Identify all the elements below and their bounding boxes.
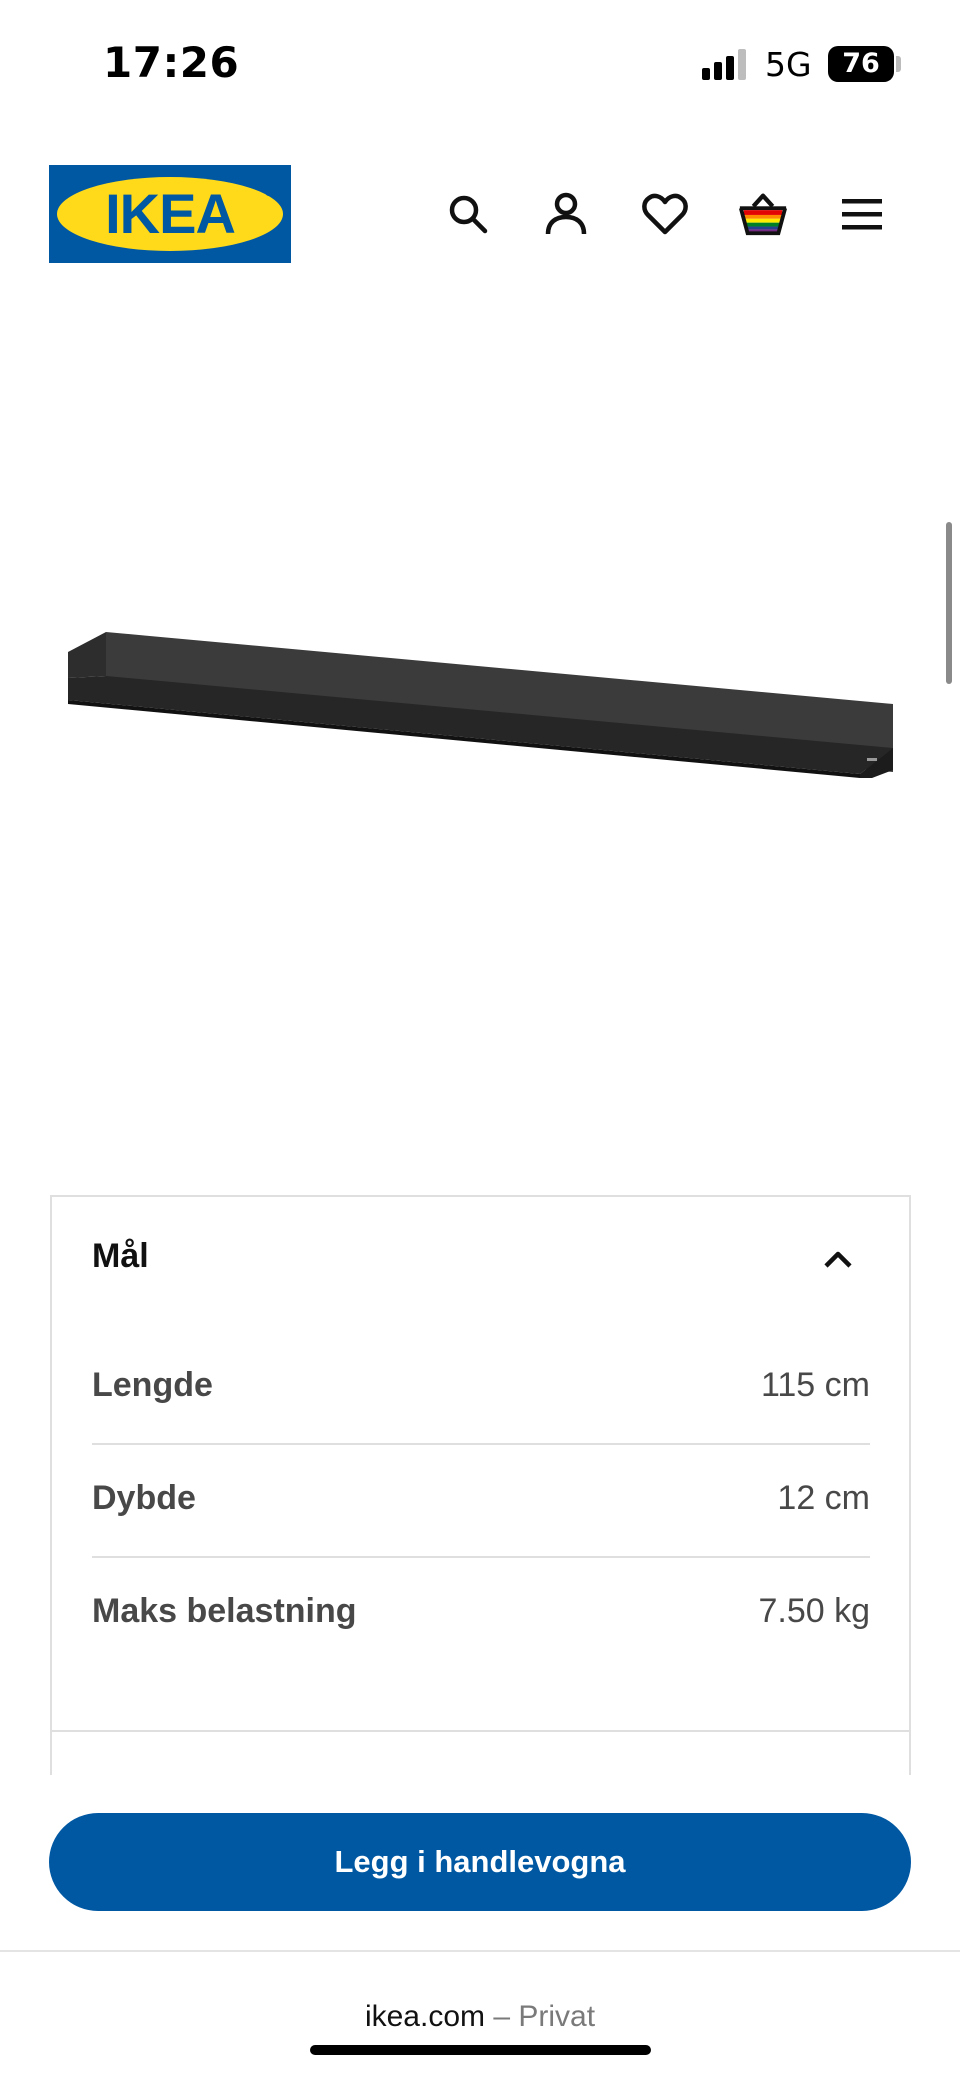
dimension-label: Lengde (92, 1366, 213, 1404)
collapse-toggle[interactable] (814, 1235, 862, 1283)
address-domain: ikea.com (364, 2000, 485, 2033)
dimension-value: 7.50 kg (758, 1592, 870, 1630)
browser-bottom-bar[interactable]: ikea.com – Privat (0, 1950, 960, 2078)
status-time: 17:26 (103, 38, 240, 87)
network-type: 5G (765, 45, 812, 84)
dimension-label: Dybde (92, 1479, 196, 1517)
panel-divider (50, 1730, 911, 1732)
chevron-up-icon (824, 1251, 852, 1268)
dimension-row-depth: Dybde 12 cm (92, 1445, 870, 1558)
address-separator: – (485, 2000, 519, 2033)
address-bar[interactable]: ikea.com – Privat (0, 2000, 960, 2034)
menu-icon[interactable] (836, 188, 888, 240)
home-indicator[interactable] (310, 2045, 651, 2055)
battery-level: 76 (842, 48, 880, 79)
dimensions-title: Mål (92, 1237, 149, 1275)
dimension-label: Maks belastning (92, 1592, 357, 1630)
heart-icon[interactable] (639, 188, 691, 240)
dimension-value: 12 cm (777, 1479, 870, 1517)
dimensions-panel: Mål Lengde 115 cm Dybde 12 cm Maks belas… (50, 1195, 911, 1775)
dimension-value: 115 cm (761, 1366, 870, 1404)
product-image[interactable] (50, 600, 910, 800)
scroll-indicator[interactable] (946, 522, 952, 684)
site-header: IKEA ® (0, 150, 960, 280)
account-icon[interactable] (540, 188, 592, 240)
private-mode-label: Privat (518, 2000, 596, 2033)
basket-icon[interactable] (737, 188, 789, 240)
add-to-cart-button[interactable]: Legg i handlevogna (49, 1813, 911, 1911)
signal-icon (702, 48, 748, 80)
dimension-row-max-load: Maks belastning 7.50 kg (92, 1558, 870, 1671)
dimension-row-length: Lengde 115 cm (92, 1332, 870, 1445)
registered-mark: ® (265, 187, 274, 199)
battery-tip (896, 56, 901, 72)
status-bar: 17:26 5G 76 (0, 0, 960, 130)
logo-text: IKEA (105, 182, 236, 245)
ikea-logo[interactable]: IKEA ® (49, 165, 291, 263)
search-icon[interactable] (442, 188, 494, 240)
battery-icon: 76 (828, 46, 894, 82)
